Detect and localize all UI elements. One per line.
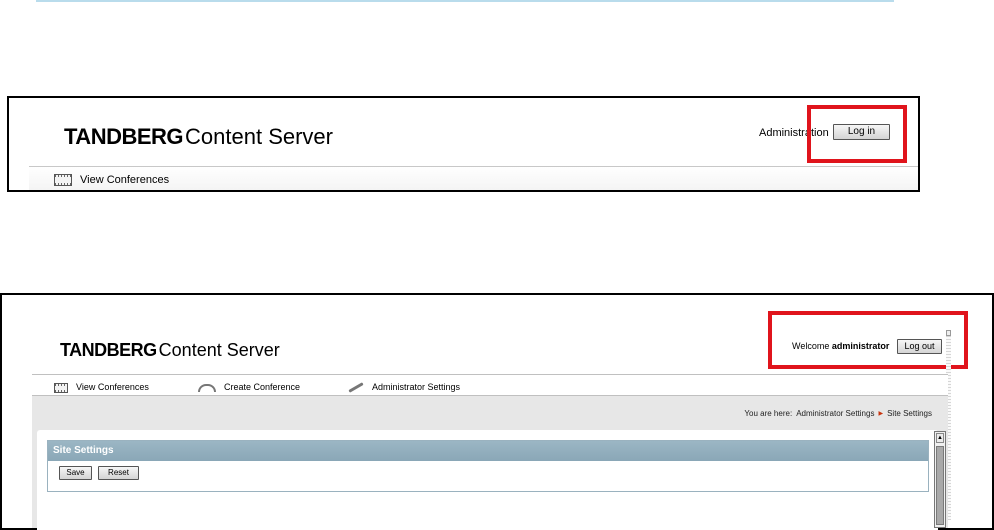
breadcrumb-item: Site Settings xyxy=(887,409,932,418)
tandberg-logo: TANDBERGContent Server xyxy=(64,124,333,150)
logo-brand: TANDBERG xyxy=(60,340,157,360)
nav-item-label: View Conferences xyxy=(76,382,149,392)
nav-item-label: View Conferences xyxy=(80,174,170,186)
nav-item-label: Create Conference xyxy=(224,382,301,392)
logo-brand: TANDBERG xyxy=(64,124,184,149)
settings-box: Site Settings Save Reset xyxy=(47,440,929,492)
reset-button[interactable]: Reset xyxy=(98,466,139,480)
breadcrumb-item[interactable]: Administrator Settings xyxy=(796,409,874,418)
nav-item-administrator-settings[interactable]: Administrator Settings xyxy=(348,380,460,394)
scrollbar-thumb[interactable] xyxy=(936,446,944,525)
scroll-up-icon[interactable]: ▲ xyxy=(936,433,944,443)
nav-item-view-conferences[interactable]: View Conferences xyxy=(54,380,149,394)
highlight-box xyxy=(768,311,968,369)
nav-item-label: Administrator Settings xyxy=(372,382,461,392)
save-button[interactable]: Save xyxy=(59,466,92,480)
wrench-icon xyxy=(348,382,364,393)
logo-product: Content Server xyxy=(185,124,333,149)
breadcrumb: You are here: Administrator Settings ▶ Sit… xyxy=(744,409,932,418)
page-scrollbar-up[interactable] xyxy=(946,330,951,336)
panel-scrollbar[interactable]: ▲ xyxy=(934,431,946,528)
nav-item-create-conference[interactable]: Create Conference xyxy=(198,380,300,394)
documentation-page: TANDBERGContent Server Administration Lo… xyxy=(0,0,994,530)
breadcrumb-separator-icon: ▶ xyxy=(878,411,884,417)
screenshot-logged-out: TANDBERGContent Server Administration Lo… xyxy=(7,96,920,192)
film-icon xyxy=(54,174,72,187)
logo-product: Content Server xyxy=(158,340,280,360)
film-icon xyxy=(54,382,68,393)
screenshot-logged-in: TANDBERG Content Server Welcome administr… xyxy=(0,293,994,530)
panel-title: Site Settings xyxy=(48,441,928,461)
tandberg-logo: TANDBERGContent Server xyxy=(60,339,280,361)
top-divider xyxy=(36,0,894,2)
main-content: You are here: Administrator Settings ▶ Sit… xyxy=(32,396,948,530)
settings-panel: Site Settings Save Reset xyxy=(37,430,938,530)
nav-item-view-conferences[interactable]: View Conferences xyxy=(54,173,169,187)
breadcrumb-prefix: You are here: xyxy=(744,409,793,418)
highlight-box xyxy=(807,105,907,163)
nav-bar: View Conferences Create Conference Admin… xyxy=(32,374,948,396)
nav-bar: View Conferences xyxy=(29,166,918,190)
phone-icon xyxy=(198,383,216,392)
